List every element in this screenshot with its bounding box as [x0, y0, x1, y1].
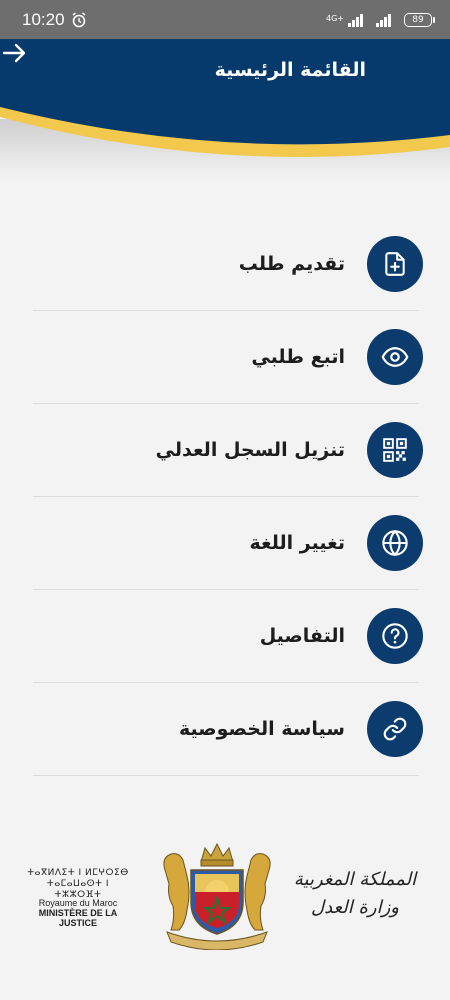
network-type: 4G+	[326, 13, 344, 23]
file-plus-icon	[367, 236, 423, 292]
battery-indicator: 89	[404, 12, 435, 27]
menu-item-details[interactable]: التفاصيل	[33, 590, 423, 683]
tifinagh-name: ⵜⴰⴳⵍⴷⵉⵜ ⵏ ⵍⵎⵖⵔⵉⴱ ⵜⴰⵎⴰⵡⴰⵙⵜ ⵏ ⵜⵣⵣⵔⴼⵜ	[22, 868, 134, 901]
main-menu: تقديم طلب اتبع طلبي تنزيل السجل العدلي ت…	[33, 218, 423, 776]
back-arrow-icon[interactable]	[0, 39, 28, 67]
french-name: Royaume du Maroc MINISTÈRE DE LA JUSTICE	[22, 898, 134, 928]
link-icon	[367, 701, 423, 757]
kingdom-name-fr: Royaume du Maroc	[38, 898, 118, 908]
menu-item-privacy-policy[interactable]: سياسة الخصوصية	[33, 683, 423, 776]
page-title: القائمة الرئيسية	[214, 59, 366, 81]
tifinagh-line-1: ⵜⴰⴳⵍⴷⵉⵜ ⵏ ⵍⵎⵖⵔⵉⴱ	[27, 868, 129, 878]
app-header: القائمة الرئيسية	[0, 39, 450, 179]
menu-item-label: اتبع طلبي	[251, 346, 345, 368]
battery-level: 89	[412, 14, 424, 25]
kingdom-name-ar: المملكة المغربية	[293, 869, 417, 890]
menu-item-download-record[interactable]: تنزيل السجل العدلي	[33, 404, 423, 497]
signal-icon	[348, 13, 363, 27]
menu-item-label: تنزيل السجل العدلي	[155, 439, 345, 461]
status-time: 10:20	[22, 9, 65, 29]
signal-icon-2	[376, 13, 391, 27]
menu-item-label: تقديم طلب	[238, 253, 345, 275]
question-icon	[367, 608, 423, 664]
ministry-name-ar: وزارة العدل	[311, 897, 399, 918]
eye-icon	[367, 329, 423, 385]
menu-item-track-request[interactable]: اتبع طلبي	[33, 311, 423, 404]
globe-icon	[367, 515, 423, 571]
menu-item-submit-request[interactable]: تقديم طلب	[33, 218, 423, 311]
arabic-name: المملكة المغربية وزارة العدل	[290, 866, 420, 922]
coat-of-arms-logo	[163, 842, 271, 950]
menu-item-label: التفاصيل	[259, 625, 345, 647]
qr-code-icon	[367, 422, 423, 478]
ministry-name-fr: MINISTÈRE DE LA JUSTICE	[38, 908, 118, 928]
alarm-icon	[72, 11, 86, 27]
ministry-footer: ⵜⴰⴳⵍⴷⵉⵜ ⵏ ⵍⵎⵖⵔⵉⴱ ⵜⴰⵎⴰⵡⴰⵙⵜ ⵏ ⵜⵣⵣⵔⴼⵜ Royau…	[0, 840, 450, 960]
menu-item-label: سياسة الخصوصية	[178, 718, 345, 740]
menu-item-label: تغيير اللغة	[249, 532, 345, 554]
status-bar: 10:20 4G+ 89	[0, 0, 450, 39]
menu-item-change-language[interactable]: تغيير اللغة	[33, 497, 423, 590]
